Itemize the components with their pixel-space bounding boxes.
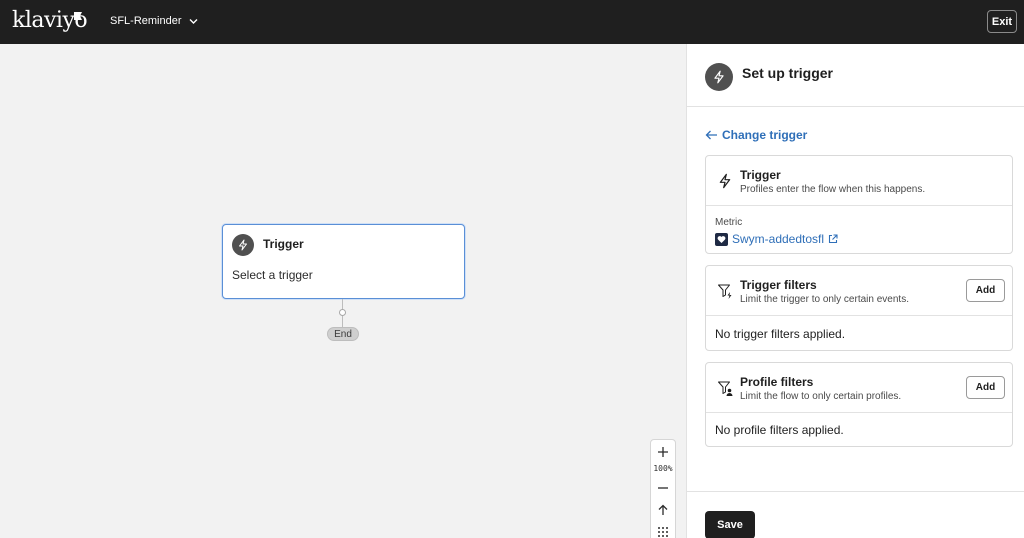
- zoom-out-button[interactable]: [651, 478, 675, 498]
- trigger-filters-header: Trigger filters Limit the trigger to onl…: [706, 266, 1012, 316]
- panel-footer: Save: [687, 491, 1024, 538]
- fit-to-top-button[interactable]: [651, 500, 675, 520]
- trigger-card-title: Trigger: [740, 168, 781, 182]
- profile-filters-body: No profile filters applied.: [706, 413, 1012, 446]
- trigger-filters-description: Limit the trigger to only certain events…: [740, 294, 909, 305]
- save-button[interactable]: Save: [705, 511, 755, 538]
- swym-logo-icon: [715, 232, 728, 246]
- flow-name-label: SFL-Reminder: [110, 15, 182, 27]
- exit-button[interactable]: Exit: [987, 10, 1017, 33]
- zoom-in-button[interactable]: [651, 442, 675, 462]
- minus-icon: [658, 487, 668, 489]
- flow-name-dropdown[interactable]: SFL-Reminder: [110, 15, 199, 27]
- trigger-card-description: Profiles enter the flow when this happen…: [740, 184, 926, 195]
- lightning-icon: [232, 234, 254, 256]
- filter-person-icon: [716, 379, 734, 397]
- zoom-controls: 100%: [650, 439, 676, 538]
- profile-filters-empty: No profile filters applied.: [715, 423, 844, 437]
- external-link-icon: [828, 234, 838, 244]
- trigger-setup-panel: Set up trigger Change trigger Trigger Pr…: [686, 44, 1024, 538]
- panel-title: Set up trigger: [742, 65, 834, 81]
- trigger-card-header: Trigger Profiles enter the flow when thi…: [706, 156, 1012, 206]
- panel-header: Set up trigger: [687, 44, 1024, 107]
- trigger-filters-body: No trigger filters applied.: [706, 316, 1012, 350]
- minimap-button[interactable]: [651, 522, 675, 538]
- arrow-left-icon: [705, 130, 717, 140]
- trigger-filters-empty: No trigger filters applied.: [715, 327, 846, 341]
- metric-value: Swym-addedtosfl: [732, 232, 825, 246]
- plus-icon: [658, 447, 668, 457]
- filter-lightning-icon: [716, 282, 734, 300]
- trigger-metric: Metric Swym-addedtosfl: [706, 206, 1012, 253]
- chevron-down-icon: [189, 18, 198, 24]
- top-bar: klaviyo SFL-Reminder Exit: [0, 0, 1024, 44]
- change-trigger-label: Change trigger: [722, 128, 808, 142]
- trigger-filters-card: Trigger filters Limit the trigger to onl…: [705, 265, 1013, 351]
- change-trigger-link[interactable]: Change trigger: [705, 128, 807, 142]
- profile-filters-card: Profile filters Limit the flow to only c…: [705, 362, 1013, 447]
- trigger-card: Trigger Profiles enter the flow when thi…: [705, 155, 1013, 254]
- lightning-icon: [705, 63, 733, 91]
- add-profile-filter-button[interactable]: Add: [966, 376, 1005, 399]
- connector-handle[interactable]: [339, 309, 346, 316]
- add-trigger-filter-button[interactable]: Add: [966, 279, 1005, 302]
- profile-filters-header: Profile filters Limit the flow to only c…: [706, 363, 1012, 413]
- trigger-node[interactable]: Trigger Select a trigger: [222, 224, 465, 299]
- metric-label: Metric: [715, 217, 743, 228]
- trigger-node-title: Trigger: [263, 237, 304, 251]
- trigger-node-subtitle: Select a trigger: [232, 268, 313, 282]
- profile-filters-title: Profile filters: [740, 375, 814, 389]
- zoom-level: 100%: [653, 464, 673, 473]
- flow-canvas[interactable]: Trigger Select a trigger End 100%: [0, 44, 686, 538]
- grid-dots-icon: [658, 527, 668, 537]
- metric-link[interactable]: Swym-addedtosfl: [715, 232, 838, 246]
- trigger-filters-title: Trigger filters: [740, 278, 817, 292]
- arrow-up-icon: [658, 504, 668, 515]
- profile-filters-description: Limit the flow to only certain profiles.: [740, 391, 902, 402]
- end-node: End: [327, 327, 359, 341]
- logo-flag-icon: [74, 12, 82, 20]
- lightning-icon: [716, 172, 734, 190]
